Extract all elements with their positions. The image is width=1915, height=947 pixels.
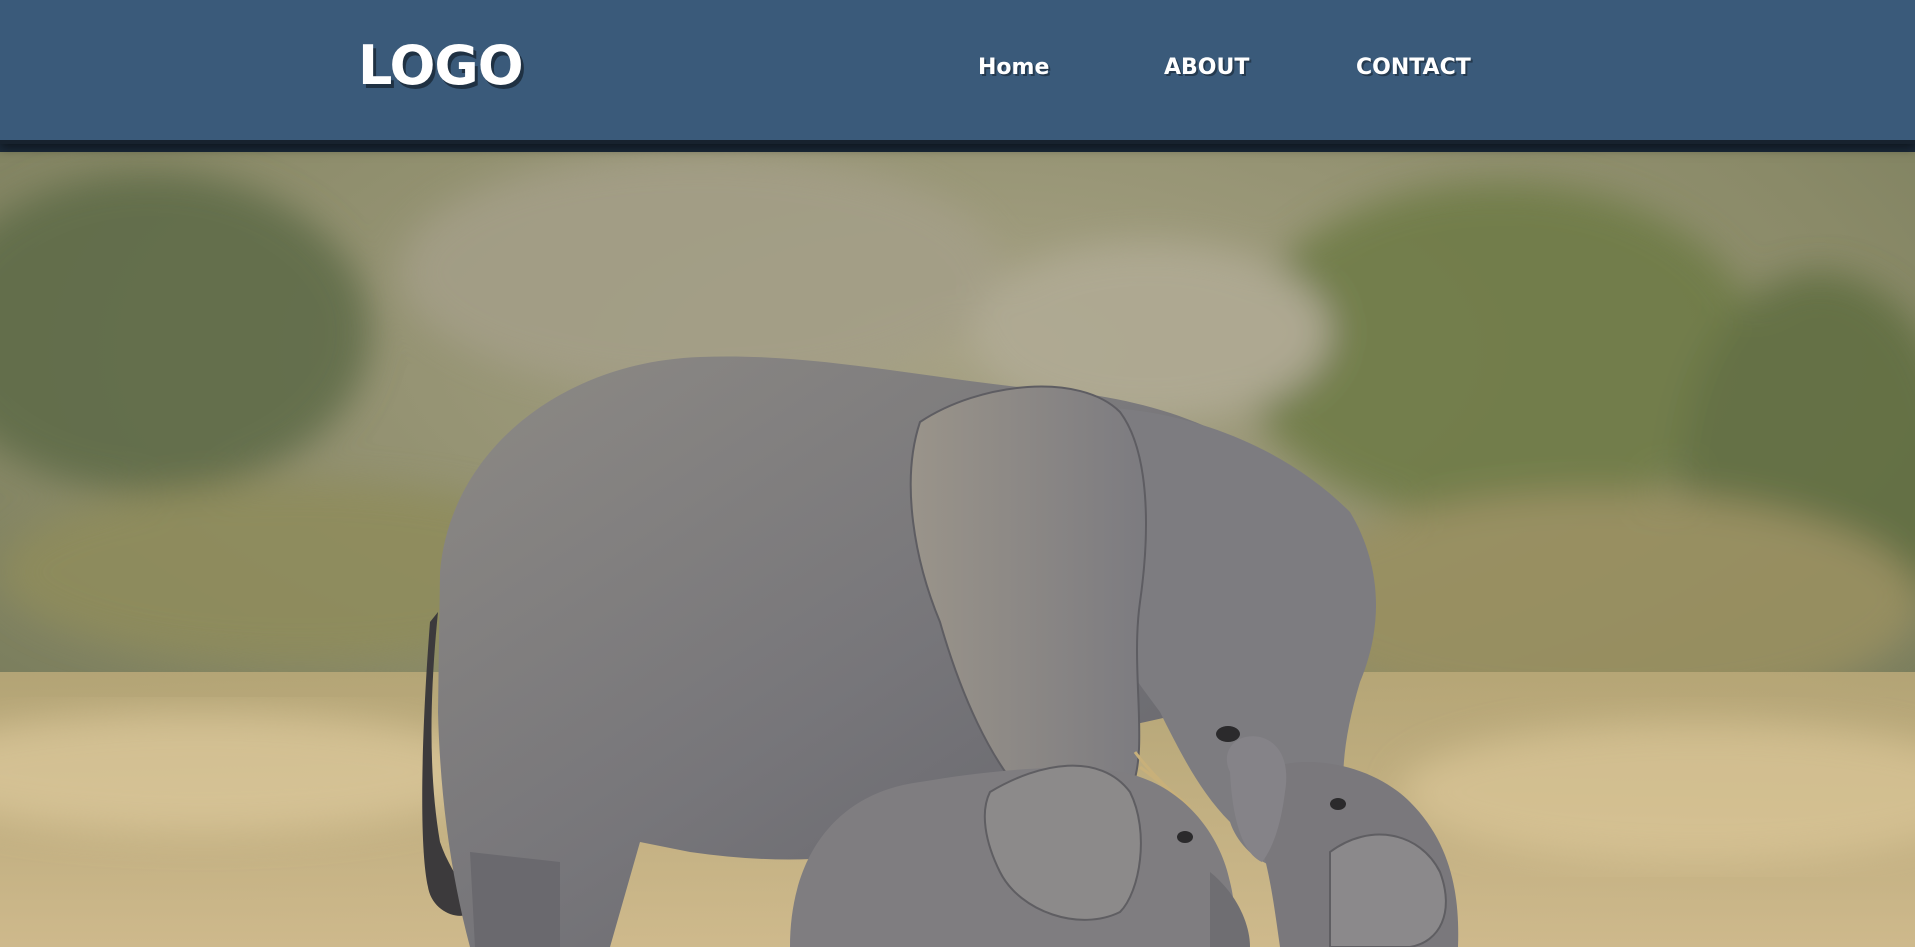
nav-link-about[interactable]: ABOUT [1164, 50, 1249, 86]
site-logo[interactable]: LOGO [358, 34, 524, 98]
site-header: LOGO Home ABOUT CONTACT [0, 0, 1915, 140]
nav-link-home[interactable]: Home [978, 50, 1049, 86]
elephant-family-illustration [0, 152, 1915, 947]
hero-image [0, 152, 1915, 947]
nav-link-contact[interactable]: CONTACT [1356, 50, 1471, 86]
